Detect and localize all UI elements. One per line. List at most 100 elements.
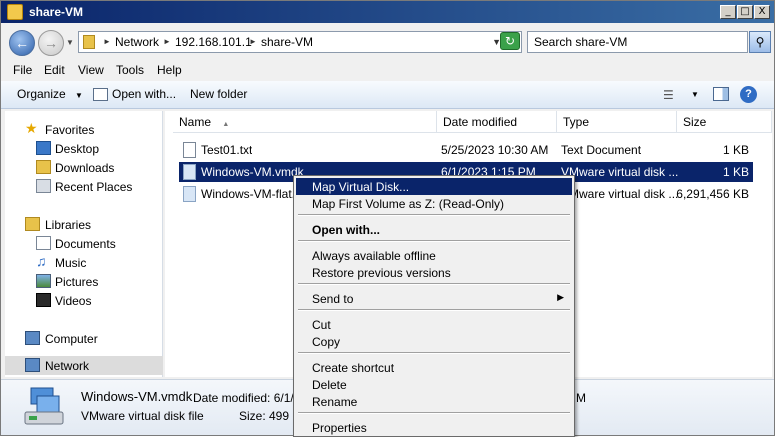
nav-computer[interactable]: Computer	[5, 329, 163, 348]
vmdk-file-icon	[183, 164, 196, 180]
open-with-icon	[93, 88, 108, 101]
menu-item-label: Map First Volume as Z: (Read-Only)	[312, 197, 505, 211]
network-icon	[25, 358, 40, 372]
minimize-button[interactable]: _	[720, 5, 736, 19]
nav-libraries[interactable]: Libraries	[5, 215, 163, 234]
menu-separator	[298, 412, 570, 414]
recent-places-icon	[36, 179, 51, 193]
nav-pictures[interactable]: Pictures	[5, 272, 163, 291]
menu-rename[interactable]: Rename	[296, 393, 572, 410]
menu-edit[interactable]: Edit	[44, 63, 65, 77]
music-icon: ♫	[36, 253, 47, 269]
nav-documents[interactable]: Documents	[5, 234, 163, 253]
crumb-separator-icon[interactable]: ►	[249, 37, 257, 46]
computer-icon	[25, 331, 40, 345]
context-menu: Map Virtual Disk... Map First Volume as …	[293, 175, 575, 437]
menu-item-label: Send to	[312, 292, 354, 306]
menu-always-available-offline[interactable]: Always available offline	[296, 247, 572, 264]
window-title: share-VM	[29, 5, 84, 19]
nav-downloads[interactable]: Downloads	[5, 158, 163, 177]
nav-recent-places[interactable]: Recent Places	[5, 177, 163, 196]
nav-label: Pictures	[55, 275, 99, 289]
nav-label: Music	[55, 256, 87, 270]
network-folder-icon	[83, 35, 95, 49]
menu-item-label: Copy	[312, 335, 341, 349]
menu-restore-previous-versions[interactable]: Restore previous versions	[296, 264, 572, 281]
open-with-button[interactable]: Open with...	[112, 87, 176, 101]
nav-label: Desktop	[55, 142, 100, 156]
downloads-folder-icon	[36, 160, 51, 174]
folder-icon	[7, 4, 23, 20]
menu-separator	[298, 214, 570, 216]
close-button[interactable]: X	[754, 5, 770, 19]
menu-separator	[298, 352, 570, 354]
menu-map-virtual-disk[interactable]: Map Virtual Disk...	[296, 178, 572, 195]
menu-item-label: Rename	[312, 395, 358, 409]
file-type: Text Document	[561, 143, 642, 157]
menu-tools[interactable]: Tools	[116, 63, 144, 77]
file-name: Test01.txt	[201, 143, 253, 157]
crumb-separator-icon[interactable]: ►	[103, 37, 111, 46]
breadcrumb-host[interactable]: 192.168.101.1	[175, 35, 252, 49]
preview-pane-icon[interactable]	[713, 87, 729, 101]
nav-label: Recent Places	[55, 180, 133, 194]
nav-desktop[interactable]: Desktop	[5, 139, 163, 158]
column-header-date-modified[interactable]: Date modified	[437, 111, 557, 133]
file-type: VMware virtual disk ...	[561, 165, 679, 179]
nav-music[interactable]: ♫ Music	[5, 253, 163, 272]
refresh-icon[interactable]: ↻	[500, 32, 520, 50]
sort-arrow-icon: ▲	[222, 121, 230, 128]
menu-item-label: Map Virtual Disk...	[312, 180, 410, 194]
back-button[interactable]: ←	[9, 30, 35, 56]
menu-help[interactable]: Help	[157, 63, 182, 77]
breadcrumb-network[interactable]: Network	[115, 35, 159, 49]
documents-icon	[36, 236, 51, 250]
menu-cut[interactable]: Cut	[296, 316, 572, 333]
file-row[interactable]: Test01.txt 5/25/2023 10:30 AM Text Docum…	[179, 140, 753, 160]
vmdk-file-icon	[23, 386, 65, 428]
help-icon[interactable]: ?	[740, 86, 757, 103]
menu-open-with[interactable]: Open with...	[296, 221, 572, 238]
new-folder-button[interactable]: New folder	[190, 87, 247, 101]
nav-label: Downloads	[55, 161, 115, 175]
file-name: Windows-VM-flat.v	[201, 187, 302, 201]
organize-button[interactable]: Organize ▼	[17, 87, 83, 101]
nav-network[interactable]: Network	[5, 356, 163, 375]
view-options-icon[interactable]: ☰	[663, 88, 674, 102]
menu-bar: File Edit View Tools Help	[1, 59, 774, 81]
search-input[interactable]: Search share-VM	[527, 31, 748, 53]
menu-delete[interactable]: Delete	[296, 376, 572, 393]
column-header-name[interactable]: Name ▲	[173, 111, 437, 133]
column-header-size[interactable]: Size	[677, 111, 772, 133]
crumb-separator-icon[interactable]: ►	[163, 37, 171, 46]
nav-label: Documents	[55, 237, 116, 251]
desktop-icon	[36, 141, 51, 155]
address-bar[interactable]: ► Network ► 192.168.101.1 ► share-VM ▼	[78, 31, 522, 53]
menu-item-label: Always available offline	[312, 249, 436, 263]
menu-view[interactable]: View	[78, 63, 104, 77]
menu-item-label: Cut	[312, 318, 331, 332]
menu-copy[interactable]: Copy	[296, 333, 572, 350]
videos-icon	[36, 293, 51, 307]
menu-item-label: Create shortcut	[312, 361, 395, 375]
menu-map-first-volume[interactable]: Map First Volume as Z: (Read-Only)	[296, 195, 572, 212]
view-dropdown-icon[interactable]: ▼	[691, 90, 699, 99]
menu-create-shortcut[interactable]: Create shortcut	[296, 359, 572, 376]
nav-videos[interactable]: Videos	[5, 291, 163, 310]
search-icon[interactable]: ⚲	[749, 31, 771, 53]
pictures-icon	[36, 274, 51, 288]
maximize-button[interactable]: □	[737, 5, 753, 19]
title-bar: share-VM _ □ X	[1, 1, 774, 23]
details-date-modified: Date modified: 6/1/2	[193, 391, 301, 405]
nav-label: Network	[45, 359, 90, 373]
menu-file[interactable]: File	[13, 63, 32, 77]
column-label: Name	[179, 115, 212, 129]
history-dropdown-icon[interactable]: ▼	[66, 38, 74, 47]
menu-send-to[interactable]: Send to ▶	[296, 290, 572, 307]
breadcrumb-share[interactable]: share-VM	[261, 35, 313, 49]
forward-button[interactable]: →	[38, 30, 64, 56]
column-header-type[interactable]: Type	[557, 111, 677, 133]
submenu-arrow-icon: ▶	[557, 292, 564, 302]
nav-favorites[interactable]: ★ Favorites	[5, 120, 163, 139]
menu-properties[interactable]: Properties	[296, 419, 572, 436]
